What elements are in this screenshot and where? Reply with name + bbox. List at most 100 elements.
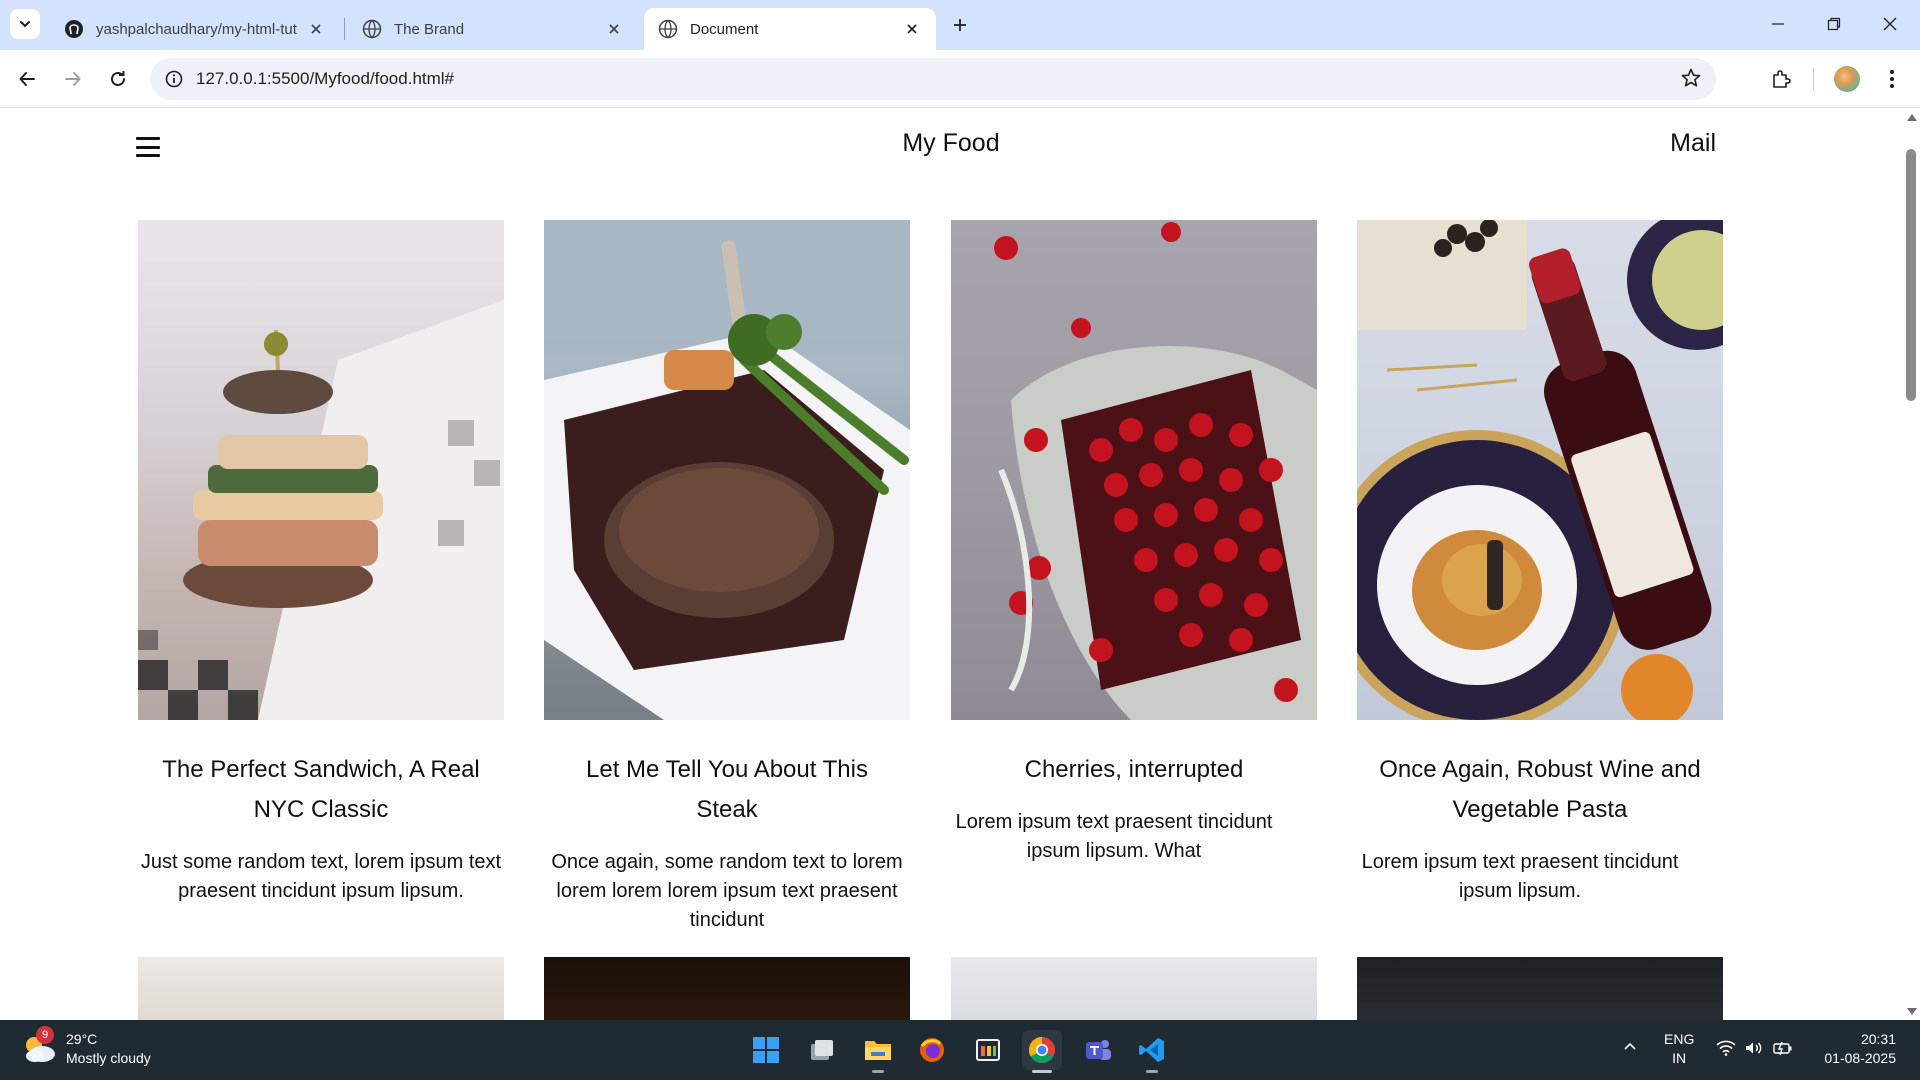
start-button[interactable] (746, 1030, 786, 1070)
chrome-button[interactable] (1022, 1030, 1062, 1073)
calendar-numbers-icon (976, 1039, 1000, 1061)
food-card-image[interactable] (1357, 957, 1723, 1020)
back-button[interactable] (9, 61, 45, 97)
tab-title: The Brand (394, 20, 465, 38)
scroll-up-arrow-icon[interactable] (1907, 114, 1917, 121)
task-view-button[interactable] (802, 1030, 842, 1070)
card-text: Lorem ipsum text praesent tincidunt ipsu… (1361, 851, 1679, 902)
date: 01-08-2025 (1824, 1050, 1896, 1066)
tab-title: Document (690, 20, 759, 38)
chrome-icon (1028, 1036, 1055, 1064)
scrollbar-thumb[interactable] (1906, 149, 1916, 401)
card-title: Once Again, Robust Wine and Vegetable Pa… (1379, 756, 1701, 823)
page-scrollbar[interactable] (1902, 109, 1920, 1020)
tab-the-brand[interactable]: The Brand (348, 8, 638, 50)
globe-icon (658, 19, 678, 39)
food-card-image[interactable] (951, 957, 1317, 1020)
language-region: IN (1672, 1050, 1687, 1066)
globe-icon (362, 19, 382, 39)
windows-taskbar: 9 29°C Mostly cloudy ENG IN 20:31 01-08-… (0, 1020, 1920, 1080)
tab-separator (344, 18, 345, 40)
restore-button[interactable] (1806, 0, 1862, 48)
chrome-menu-button[interactable] (1874, 61, 1910, 97)
site-title: My Food (902, 129, 1000, 157)
tab-strip: yashpalchaudhary/my-html-tut The Brand D… (0, 0, 1920, 50)
cherries-photo[interactable] (951, 220, 1317, 720)
food-card: Once Again, Robust Wine and Vegetable Pa… (1357, 220, 1723, 906)
windows-logo-icon (753, 1037, 779, 1063)
chevron-down-icon (20, 21, 30, 28)
close-icon (1883, 17, 1897, 31)
close-window-button[interactable] (1862, 0, 1918, 48)
folder-icon (865, 1041, 891, 1060)
reload-icon (111, 71, 125, 86)
calendar-app-button[interactable] (968, 1030, 1008, 1070)
back-arrow-icon (19, 72, 35, 86)
new-tab-button[interactable] (946, 11, 974, 39)
close-icon[interactable] (902, 19, 922, 39)
wifi-icon (1716, 1040, 1736, 1056)
language-code: ENG (1664, 1031, 1695, 1047)
card-title: Cherries, interrupted (1024, 756, 1244, 783)
food-card: The Perfect Sandwich, A Real NYC Classic… (138, 220, 504, 906)
mail-link[interactable]: Mail (1670, 129, 1716, 158)
scroll-down-arrow-icon[interactable] (1907, 1008, 1917, 1015)
food-card-image[interactable] (138, 957, 504, 1020)
wine-pasta-photo[interactable] (1357, 220, 1723, 720)
file-explorer-button[interactable] (858, 1030, 898, 1073)
forward-arrow-icon (65, 72, 81, 86)
volume-icon (1745, 1042, 1762, 1054)
url-text: 127.0.0.1:5500/Myfood/food.html# (196, 69, 455, 88)
minimize-icon (1772, 23, 1784, 25)
tab-github[interactable]: yashpalchaudhary/my-html-tut (50, 8, 340, 50)
avatar (1834, 66, 1860, 92)
bookmark-star-icon[interactable] (1680, 67, 1702, 94)
battery-charging-icon (1773, 1041, 1792, 1056)
browser-toolbar: 127.0.0.1:5500/Myfood/food.html# (0, 50, 1920, 108)
hamburger-menu-icon[interactable] (136, 137, 160, 157)
puzzle-icon (1773, 70, 1791, 88)
language-indicator[interactable]: ENG IN (1664, 1030, 1694, 1068)
tab-title: yashpalchaudhary/my-html-tut (96, 20, 297, 38)
github-icon (65, 20, 83, 38)
close-icon[interactable] (306, 19, 326, 39)
card-text: Lorem ipsum text praesent tincidunt ipsu… (955, 811, 1273, 862)
profile-button[interactable] (1829, 61, 1865, 97)
minimize-button[interactable] (1750, 0, 1806, 48)
weather-widget[interactable]: 9 29°C Mostly cloudy (20, 1026, 151, 1068)
food-card-image[interactable] (544, 957, 910, 1020)
close-icon[interactable] (604, 19, 624, 39)
firefox-icon (920, 1038, 944, 1062)
address-bar[interactable]: 127.0.0.1:5500/Myfood/food.html# (150, 58, 1716, 100)
card-title: Let Me Tell You About This Steak (586, 756, 868, 823)
more-vertical-icon (1890, 70, 1894, 88)
tab-document[interactable]: Document (644, 8, 936, 50)
weather-cloud-icon: 9 (20, 1026, 58, 1068)
card-title: The Perfect Sandwich, A Real NYC Classic (162, 756, 480, 823)
extensions-button[interactable] (1763, 61, 1799, 97)
sandwich-photo[interactable] (138, 220, 504, 720)
vscode-icon (1139, 1038, 1164, 1062)
plus-icon (954, 19, 966, 31)
steak-photo[interactable] (544, 220, 910, 720)
firefox-button[interactable] (912, 1030, 952, 1070)
system-status-button[interactable] (1716, 1040, 1794, 1061)
show-hidden-icons-button[interactable] (1622, 1038, 1638, 1059)
clock[interactable]: 20:31 01-08-2025 (1812, 1030, 1896, 1068)
chevron-up-icon (1624, 1042, 1636, 1050)
food-card: Let Me Tell You About This Steak Once ag… (544, 220, 910, 935)
reload-button[interactable] (100, 61, 136, 97)
weather-badge: 9 (36, 1026, 54, 1044)
task-view-icon (811, 1040, 833, 1060)
food-card: Cherries, interrupted Lorem ipsum text p… (951, 220, 1317, 866)
vscode-button[interactable] (1132, 1030, 1172, 1073)
teams-button[interactable] (1078, 1030, 1118, 1070)
time: 20:31 (1860, 1031, 1896, 1047)
card-text: Once again, some random text to lorem lo… (551, 851, 903, 931)
tab-search-button[interactable] (10, 9, 40, 39)
temperature: 29°C (66, 1031, 98, 1047)
teams-icon (1086, 1040, 1111, 1060)
page-viewport: My Food Mail The Perfect Sandwich, A Rea… (0, 109, 1902, 1020)
forward-button[interactable] (55, 61, 91, 97)
site-info-icon[interactable] (152, 70, 196, 88)
